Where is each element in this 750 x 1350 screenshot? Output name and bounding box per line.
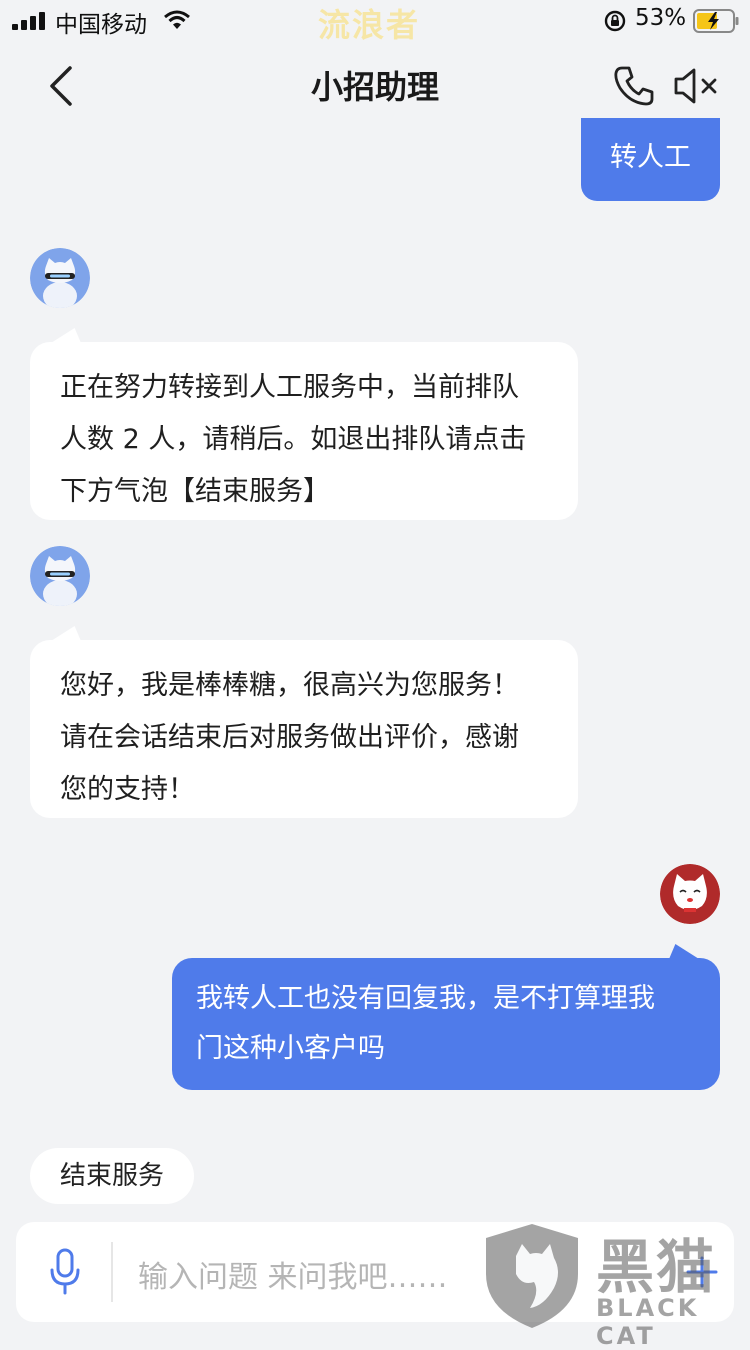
message-line: 您好，我是棒棒糖，很高兴为您服务！ [60, 670, 519, 701]
watermark-chinese: 黑猫 [596, 1233, 717, 1301]
assistant-avatar [30, 546, 90, 606]
message-line: 人数 2 人，请稍后。如退出排队请点击 [60, 424, 527, 455]
message-line: 请在会话结束后对服务做出评价，感谢 [60, 722, 519, 753]
carrier-name: 中国移动 [55, 12, 147, 38]
user-avatar [660, 864, 720, 924]
end-service-chip[interactable]: 结束服务 [30, 1148, 195, 1204]
signal-strength-icon [12, 12, 45, 30]
assistant-message-bubble: 您好，我是棒棒糖，很高兴为您服务！ 请在会话结束后对服务做出评价，感谢 您的支持… [30, 640, 578, 818]
message-line: 门这种小客户吗 [196, 1033, 385, 1064]
message-line: 您的支持！ [60, 774, 195, 805]
assistant-avatar [30, 248, 90, 308]
top-watermark: 流浪者 [318, 6, 421, 44]
phone-call-icon[interactable] [612, 64, 656, 108]
nav-bar: 小招助理 [0, 42, 750, 128]
microphone-icon[interactable] [48, 1248, 82, 1296]
speaker-mute-icon[interactable] [672, 66, 722, 106]
assistant-message-bubble: 正在努力转接到人工服务中，当前排队 人数 2 人，请稍后。如退出排队请点击 下方… [30, 342, 578, 520]
black-cat-watermark: 黑猫 BLACK CAT [478, 1218, 750, 1350]
black-cat-logo-icon [486, 1224, 578, 1328]
robot-cat-icon [30, 248, 90, 308]
cat-avatar-icon [660, 864, 720, 924]
message-line: 下方气泡【结束服务】 [60, 476, 330, 507]
battery-percent: 53% [635, 5, 687, 31]
message-line: 正在努力转接到人工服务中，当前排队 [60, 372, 519, 403]
user-message-bubble: 转人工 [581, 118, 720, 201]
user-message-text: 转人工 [610, 142, 691, 173]
rotation-lock-icon [604, 10, 626, 32]
robot-cat-icon [30, 546, 90, 606]
input-divider [111, 1242, 113, 1302]
user-message-bubble: 我转人工也没有回复我，是不打算理我 门这种小客户吗 [172, 958, 720, 1090]
message-input[interactable]: 输入问题 来问我吧…… [138, 1252, 448, 1296]
watermark-english: BLACK CAT [596, 1294, 700, 1350]
status-bar: 中国移动 流浪者 53% [0, 0, 750, 44]
battery-charging-icon [693, 9, 739, 33]
wifi-icon [164, 10, 190, 29]
message-line: 我转人工也没有回复我，是不打算理我 [196, 983, 655, 1014]
